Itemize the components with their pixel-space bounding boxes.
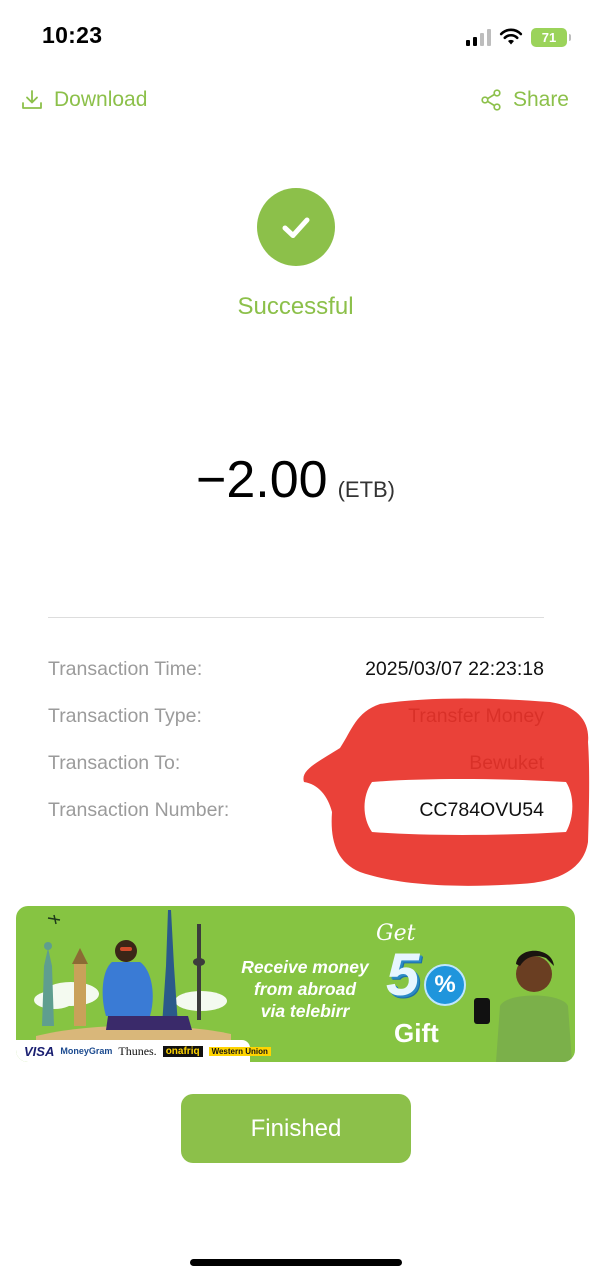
partner-logo-western-union: Western Union: [208, 1046, 271, 1056]
download-icon: [22, 90, 42, 109]
amount-value: −2.00: [195, 451, 328, 509]
detail-value: CC784OVU54: [419, 799, 544, 821]
download-button[interactable]: Download: [20, 88, 147, 112]
wifi-icon: [499, 28, 523, 45]
download-label: Download: [54, 88, 148, 111]
promo-percent-number: 5: [386, 941, 420, 1008]
partner-logo-moneygram: MoneyGram: [60, 1046, 113, 1056]
promo-percent-badge: %: [424, 964, 466, 1006]
promo-line: Receive money: [241, 957, 369, 977]
divider: [48, 617, 544, 618]
share-label: Share: [512, 88, 569, 111]
finished-button[interactable]: Finished: [181, 1094, 411, 1163]
partner-logo-thunes: Thunes.: [118, 1043, 157, 1058]
detail-label: Transaction Number:: [48, 799, 230, 821]
share-icon: [481, 89, 501, 111]
detail-value: Bewuket: [469, 752, 544, 774]
detail-label: Transaction Type:: [48, 705, 202, 727]
battery-icon: 71: [531, 27, 571, 47]
partner-logos: VISA MoneyGram Thunes. onafriq Western U…: [16, 1040, 271, 1062]
amount: −2.00 (ETB): [0, 450, 591, 510]
promo-line: from abroad: [253, 979, 357, 999]
status-icons: 71: [466, 24, 571, 50]
detail-row-number: Transaction Number: CC784OVU54: [48, 787, 544, 834]
detail-value: Transfer Money: [408, 705, 544, 727]
detail-label: Transaction To:: [48, 752, 181, 774]
cellular-signal-icon: [466, 28, 491, 46]
battery-level: 71: [541, 29, 557, 45]
detail-label: Transaction Time:: [48, 658, 203, 680]
amount-currency: (ETB): [337, 477, 396, 502]
partner-logo-visa: VISA: [24, 1043, 55, 1059]
home-indicator[interactable]: [190, 1259, 402, 1266]
transaction-details: Transaction Time: 2025/03/07 22:23:18 Tr…: [48, 646, 544, 834]
detail-row-recipient: Transaction To: Bewuket: [48, 740, 544, 787]
success-check-icon: [257, 188, 335, 266]
detail-row-type: Transaction Type: Transfer Money: [48, 693, 544, 740]
promo-line: via telebirr: [260, 1001, 350, 1021]
promo-banner[interactable]: Receive money from abroad via telebirr G…: [16, 906, 575, 1062]
detail-row-time: Transaction Time: 2025/03/07 22:23:18: [48, 646, 544, 693]
share-button[interactable]: Share: [479, 88, 569, 112]
status-label: Successful: [237, 293, 354, 320]
promo-gift: Gift: [394, 1018, 439, 1048]
status-time: 10:23: [42, 22, 103, 48]
partner-logo-onafriq: onafriq: [162, 1045, 203, 1057]
promo-headline: Receive money from abroad via telebirr: [230, 956, 380, 1022]
detail-value: 2025/03/07 22:23:18: [365, 658, 544, 680]
